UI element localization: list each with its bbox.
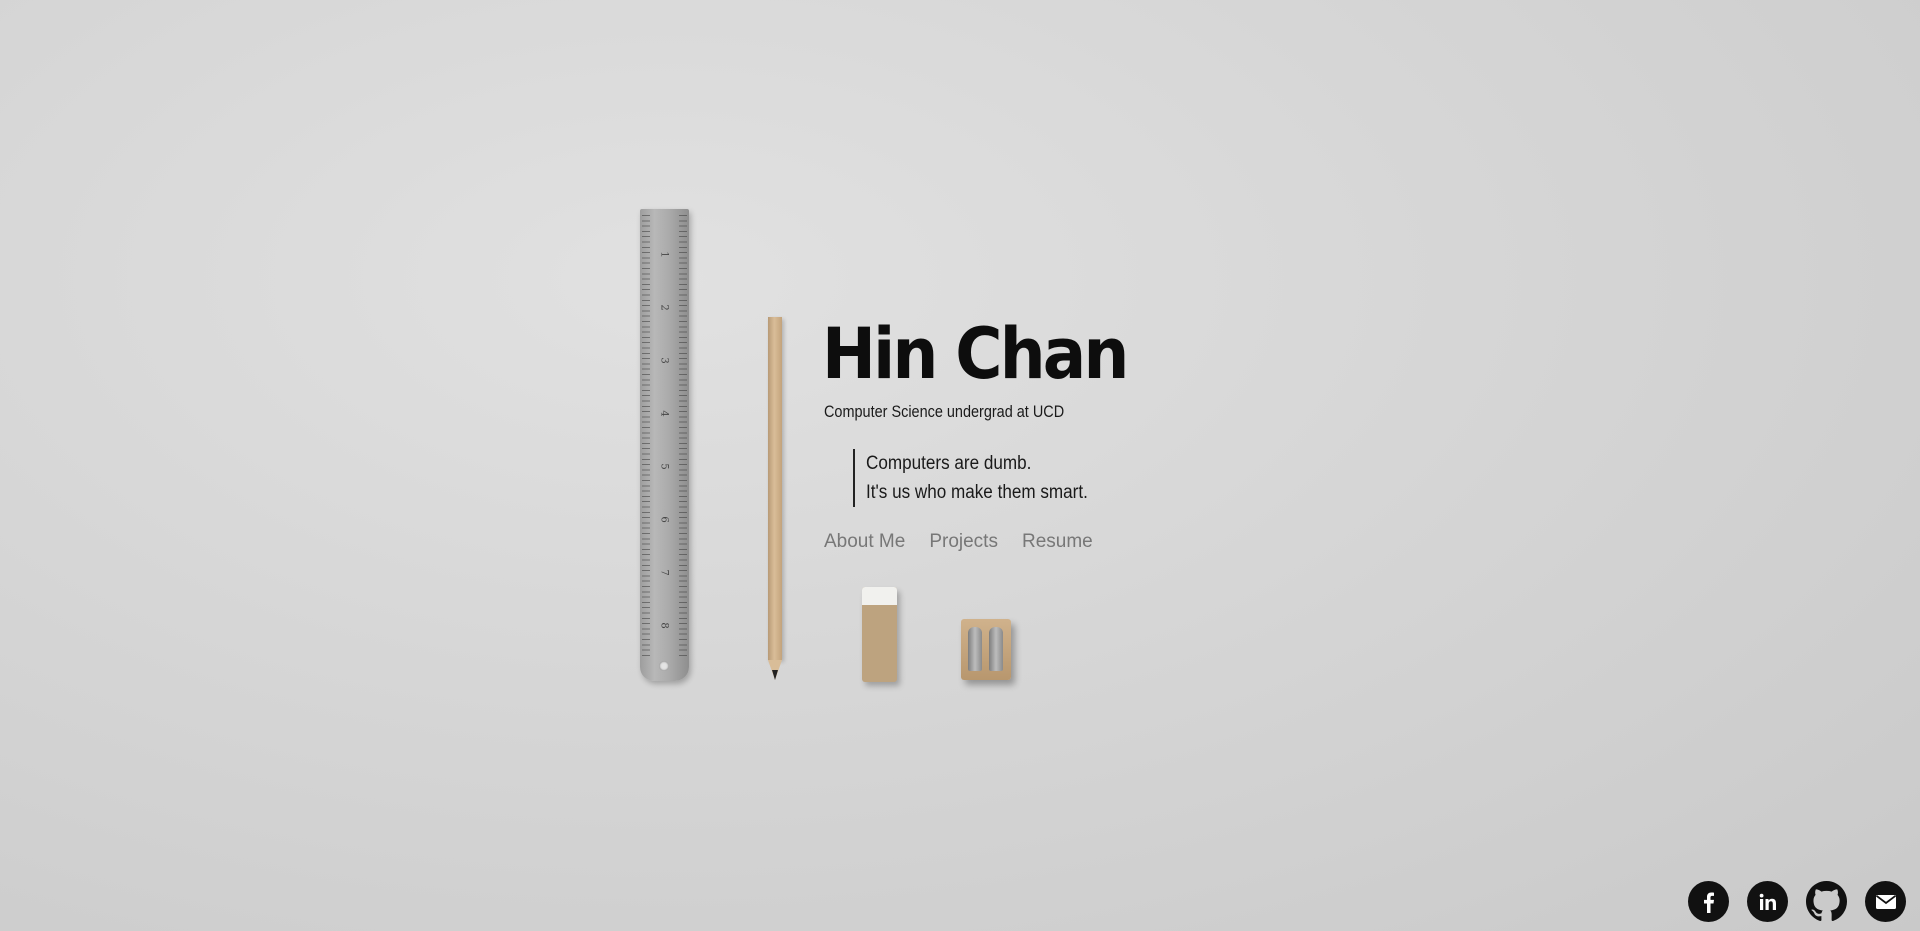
pencil-image xyxy=(768,317,782,660)
github-icon xyxy=(1806,881,1847,921)
social-links xyxy=(1688,881,1906,922)
pencil-lead xyxy=(772,670,778,680)
ruler-number: 5 xyxy=(658,463,670,470)
ruler-number: 1 xyxy=(658,251,670,258)
quote-line: Computers are dumb. xyxy=(866,453,1032,474)
nav-about-me[interactable]: About Me xyxy=(824,531,905,553)
nav-projects[interactable]: Projects xyxy=(929,531,998,553)
ruler-number: 3 xyxy=(658,357,670,364)
ruler-number: 7 xyxy=(658,569,670,576)
ruler-number: 6 xyxy=(658,516,670,523)
quote-line: It's us who make them smart. xyxy=(866,482,1088,503)
email-icon xyxy=(1875,894,1896,909)
quote: Computers are dumb. It's us who make the… xyxy=(853,449,1112,507)
sharpener-blade xyxy=(989,627,1003,671)
github-button[interactable] xyxy=(1806,881,1847,922)
eraser-image xyxy=(862,587,897,682)
nav-resume[interactable]: Resume xyxy=(1022,531,1093,553)
eraser-cap xyxy=(862,587,897,605)
facebook-icon xyxy=(1703,892,1714,913)
ruler-number: 4 xyxy=(658,410,670,417)
linkedin-button[interactable] xyxy=(1747,881,1788,922)
ruler-hole xyxy=(659,661,669,671)
subtitle: Computer Science undergrad at UCD xyxy=(824,402,1065,421)
ruler-number: 2 xyxy=(658,304,670,311)
facebook-button[interactable] xyxy=(1688,881,1729,922)
ruler-ticks-left xyxy=(642,215,650,659)
main-nav: About Me Projects Resume xyxy=(824,531,1093,553)
page-title: Hin Chan xyxy=(822,313,1129,395)
ruler-image: 1 2 3 4 5 6 7 8 xyxy=(640,209,689,681)
sharpener-image xyxy=(961,619,1011,680)
ruler-number: 8 xyxy=(658,622,670,629)
sharpener-blade xyxy=(968,627,982,671)
linkedin-icon xyxy=(1759,893,1776,910)
email-button[interactable] xyxy=(1865,881,1906,922)
ruler-ticks-right xyxy=(679,215,687,659)
